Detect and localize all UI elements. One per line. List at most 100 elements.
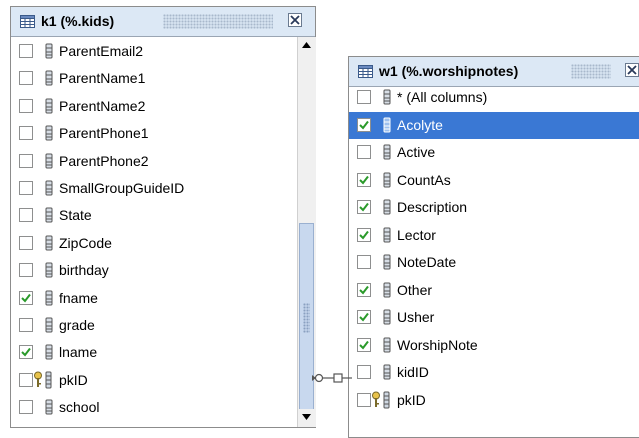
column-icon [383,144,391,160]
column-name: WorshipNote [397,336,478,353]
column-row-active[interactable]: Active [349,139,639,166]
column-name: Acolyte [397,116,443,133]
close-button[interactable] [288,13,302,27]
grid-table-icon [358,65,373,78]
table-title-bar[interactable]: k1 (%.kids) [11,7,315,37]
arrow-up-icon [302,42,311,48]
checkmark-icon [21,348,31,357]
column-name: ParentEmail2 [59,43,144,59]
column-icon [45,43,53,59]
column-icon [383,364,391,380]
table-title-bar[interactable]: w1 (%.worshipnotes) [349,57,639,87]
column-checkbox[interactable] [357,172,371,187]
column-checkbox[interactable] [19,290,33,305]
column-row-worshipnote[interactable]: WorshipNote [349,332,639,359]
column-row-countas[interactable]: CountAs [349,167,639,194]
column-row-pkid[interactable]: pkID [11,367,287,394]
column-icon [45,180,53,196]
column-icon [45,344,53,360]
column-row-kidid[interactable]: kidID [349,359,639,386]
column-checkbox[interactable] [19,263,33,278]
column-checkbox[interactable] [357,200,371,214]
column-checkbox[interactable] [357,365,371,379]
column-row-parentname2[interactable]: ParentName2 [11,93,287,120]
column-checkbox[interactable] [19,181,33,195]
column-row-parentphone2[interactable]: ParentPhone2 [11,148,287,175]
table-window-k1[interactable]: k1 (%.kids) ParentEmail2 ParentName1 Paren… [10,6,316,428]
close-button[interactable] [625,63,639,77]
column-name: * (All columns) [397,89,488,105]
column-checkbox[interactable] [357,90,371,104]
column-row-grade[interactable]: grade [11,312,287,339]
column-row-zipcode[interactable]: ZipCode [11,230,287,257]
column-row-fname[interactable]: fname [11,285,287,312]
checkmark-icon [359,120,369,130]
column-icon [45,235,53,251]
column-checkbox[interactable] [19,400,33,415]
column-name: Active [397,144,436,160]
scroll-up-button[interactable] [298,37,315,55]
column-checkbox[interactable] [19,126,33,141]
column-name: Usher [397,309,435,325]
column-row-smallgroupguideid[interactable]: SmallGroupGuideID [11,175,287,202]
arrow-down-icon [302,414,311,420]
close-icon [627,65,637,75]
column-checkbox[interactable] [357,117,371,132]
column-checkbox[interactable] [19,235,33,250]
column-checkbox[interactable] [357,310,371,324]
column-checkbox[interactable] [19,372,33,387]
column-checkbox[interactable] [19,153,33,168]
column-row-lname[interactable]: lname [11,339,287,366]
column-checkbox[interactable] [357,282,371,297]
column-icon [383,227,391,242]
column-icon [45,399,53,415]
column-checkbox[interactable] [19,71,33,86]
column-row-lector[interactable]: Lector [349,222,639,249]
column-name: pkID [397,391,426,408]
column-row-pkid[interactable]: pkID [349,387,639,414]
checkmark-icon [359,230,369,240]
checkmark-icon [359,175,369,185]
column-checkbox[interactable] [357,392,371,407]
column-row-other[interactable]: Other [349,277,639,304]
column-row-school[interactable]: school [11,394,287,421]
column-checkbox[interactable] [19,345,33,360]
join-connector[interactable] [312,370,352,386]
column-name: Description [397,199,468,215]
thumb-grip [303,303,310,333]
column-name: Lector [397,226,436,243]
table-title: k1 (%.kids) [41,13,115,29]
vertical-scrollbar[interactable] [297,37,316,427]
column-checkbox[interactable] [19,44,33,58]
column-row-description[interactable]: Description [349,194,639,221]
table-title: w1 (%.worshipnotes) [379,63,519,79]
column-row-parentphone1[interactable]: ParentPhone1 [11,120,287,147]
column-row-birthday[interactable]: birthday [11,257,287,284]
column-icon [45,317,53,333]
scroll-down-button[interactable] [298,409,315,427]
column-name: kidID [397,364,429,380]
column-checkbox[interactable] [357,255,371,269]
column-name: school [59,399,100,416]
column-icon [383,254,391,270]
column-icon [383,117,391,132]
column-row-usher[interactable]: Usher [349,304,639,331]
checkmark-icon [359,285,369,295]
column-name: ParentName1 [59,70,146,87]
column-row-notedate[interactable]: NoteDate [349,249,639,276]
column-checkbox[interactable] [19,318,33,332]
column-checkbox[interactable] [357,145,371,159]
column-row-state[interactable]: State [11,202,287,229]
column-checkbox[interactable] [19,208,33,223]
column-checkbox[interactable] [19,98,33,113]
column-name: ZipCode [59,234,112,251]
column-row-all-columns[interactable]: * (All columns) [349,84,639,111]
column-row-acolyte[interactable]: Acolyte [349,111,639,139]
table-window-w1[interactable]: w1 (%.worshipnotes) * (All columns) Acoly… [348,56,639,438]
column-checkbox[interactable] [357,227,371,242]
column-row-parentemail2[interactable]: ParentEmail2 [11,38,287,65]
column-checkbox[interactable] [357,337,371,352]
column-icon [383,309,391,325]
column-icon [383,337,391,352]
column-row-parentname1[interactable]: ParentName1 [11,65,287,92]
